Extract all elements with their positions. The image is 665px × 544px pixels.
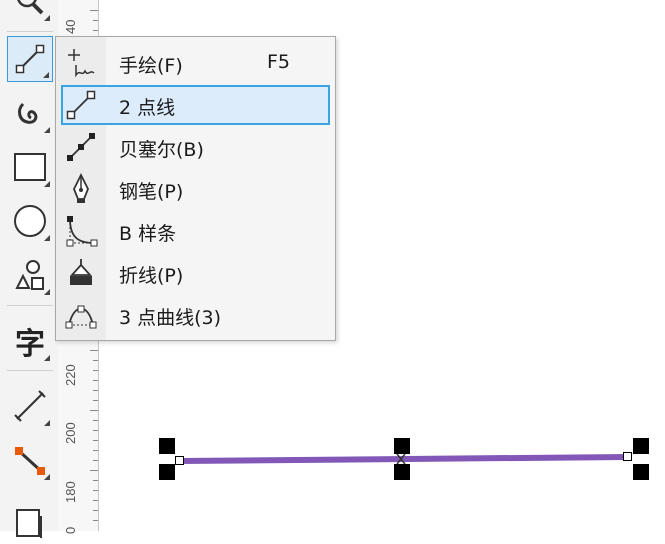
connector-tool[interactable] <box>7 437 53 483</box>
menu-item-three-point-curve[interactable]: 3 点曲线(3) <box>61 295 330 335</box>
menu-item-pen[interactable]: 钢笔(P) <box>61 169 330 209</box>
b-spline-icon <box>66 216 98 247</box>
dimension-icon <box>14 390 46 422</box>
menu-item-polyline[interactable]: 折线(P) <box>61 253 330 293</box>
bezier-icon <box>67 133 95 161</box>
rectangle-icon <box>14 153 46 181</box>
frame-tool[interactable] <box>7 498 53 544</box>
artistic-media-tool[interactable] <box>7 90 53 136</box>
toolbox: 字 <box>0 0 59 538</box>
ruler-label: 200 <box>63 422 78 444</box>
menu-item-label: 手绘(F) <box>119 55 183 77</box>
two-point-line-icon <box>66 90 96 120</box>
ruler-label: 40 <box>63 19 78 34</box>
selection-handle[interactable] <box>159 464 175 480</box>
selection-handle[interactable] <box>394 464 410 480</box>
menu-item-two-point-line[interactable]: 2 点线 <box>61 85 330 125</box>
polyline-icon <box>69 259 93 285</box>
ruler-label: 220 <box>63 364 78 386</box>
dimension-tool[interactable] <box>7 383 53 429</box>
selection-handle[interactable] <box>394 438 410 454</box>
ellipse-icon <box>14 205 46 237</box>
frame-icon <box>16 509 42 538</box>
freehand-icon <box>68 49 95 78</box>
text-icon: 字 <box>15 327 45 362</box>
selection-handle[interactable] <box>633 438 649 454</box>
menu-item-bezier[interactable]: 贝塞尔(B) <box>61 127 330 167</box>
menu-item-freehand[interactable]: 手绘(F) F5 <box>61 43 330 83</box>
three-point-curve-icon <box>65 305 97 329</box>
zoom-icon <box>17 0 44 15</box>
ruler-label: 180 <box>63 481 78 503</box>
menu-item-label: B 样条 <box>119 223 177 245</box>
selection-handle[interactable] <box>633 464 649 480</box>
two-point-line-icon <box>15 44 45 74</box>
shapes-tool[interactable] <box>7 252 53 298</box>
zoom-tool[interactable] <box>7 0 53 24</box>
menu-item-label: 3 点曲线(3) <box>119 307 222 329</box>
line-end-node[interactable] <box>623 452 632 461</box>
menu-item-label: 折线(P) <box>119 265 184 287</box>
menu-item-shortcut: F5 <box>267 51 291 73</box>
ruler-label: 0 <box>63 526 78 534</box>
line-tools-flyout: 手绘(F) F5 2 点线 贝塞尔(B) 钢笔(P) B 样条 折线(P) 3 … <box>55 36 336 341</box>
menu-item-label: 2 点线 <box>119 97 176 119</box>
selection-handle[interactable] <box>159 438 175 454</box>
rectangle-tool[interactable] <box>7 144 53 190</box>
menu-item-label: 钢笔(P) <box>119 181 184 203</box>
menu-item-label: 贝塞尔(B) <box>119 139 204 161</box>
line-start-node[interactable] <box>175 456 184 465</box>
text-tool[interactable]: 字 <box>7 318 53 364</box>
menu-item-b-spline[interactable]: B 样条 <box>61 211 330 251</box>
pen-icon <box>73 173 89 203</box>
artistic-media-icon <box>18 102 38 124</box>
ellipse-tool[interactable] <box>7 198 53 244</box>
shapes-icon <box>15 260 44 290</box>
connector-icon <box>15 447 45 475</box>
line-tool[interactable] <box>7 36 53 82</box>
